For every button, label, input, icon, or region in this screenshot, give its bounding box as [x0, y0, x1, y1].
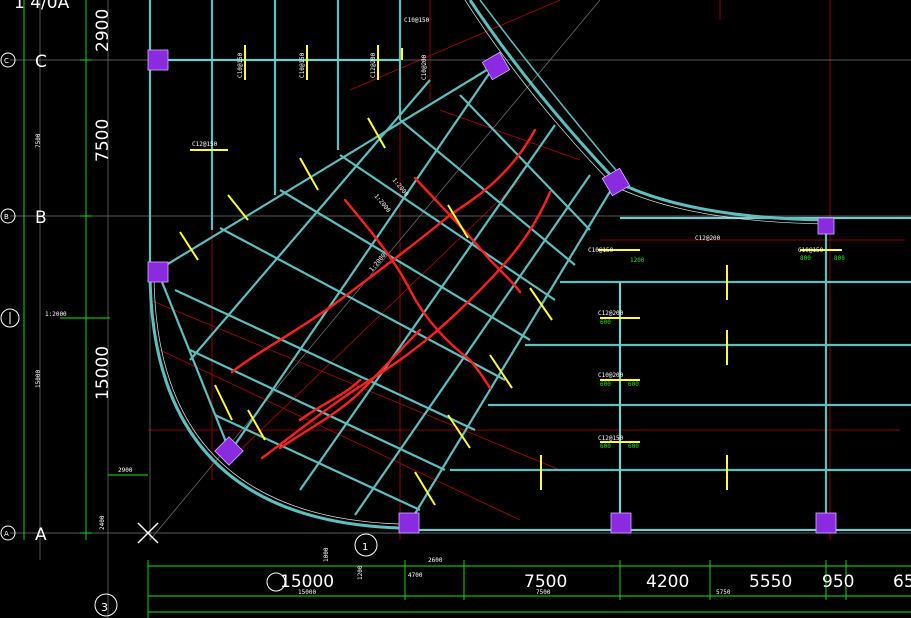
small-dim: 15000: [298, 589, 316, 596]
rebar-label: C12@150: [192, 141, 218, 148]
green-label: 1200: [630, 257, 645, 264]
left-dimension: 2900: [93, 9, 113, 52]
column: [815, 512, 837, 534]
rebar-label: C10@200: [598, 372, 624, 379]
small-dim: 2400: [99, 515, 106, 530]
left-dimension: 15000: [93, 346, 113, 400]
column: [147, 261, 169, 283]
small-dim: 4700: [408, 572, 423, 579]
detail-label: 1:2000: [45, 311, 67, 318]
grid-bubble-label: 3: [101, 601, 108, 614]
row-letter: C: [35, 52, 47, 72]
green-label: 600: [628, 443, 639, 450]
green-label: 600: [600, 443, 611, 450]
rebar-label: C10@150: [237, 52, 244, 78]
rebar-label: C12@200: [695, 235, 721, 242]
rebar-label: C10@150: [299, 52, 306, 78]
bottom-dimension: 950: [822, 572, 854, 592]
column: [817, 217, 835, 235]
small-dim: 1000: [323, 547, 330, 562]
small-dim: 7500: [536, 589, 551, 596]
row-letter: A: [35, 525, 47, 545]
bottom-dimension: 4200: [646, 572, 689, 592]
column: [610, 512, 632, 534]
drawing-title-fragment: 1 4/0A: [14, 0, 70, 13]
rebar-label: C10@150: [404, 17, 430, 24]
rebar-label: C10@200: [421, 54, 428, 80]
rebar-label: C12@200: [370, 52, 377, 78]
bottom-dimension: 65: [893, 572, 911, 592]
green-label: 800: [800, 255, 811, 262]
drawing-background: [0, 0, 911, 618]
left-dim-small: 7500: [35, 133, 42, 148]
green-label: 600: [600, 319, 611, 326]
left-dim-small: 15000: [35, 370, 42, 388]
green-label: 800: [834, 255, 845, 262]
green-label: 600: [628, 381, 639, 388]
small-dim: 1200: [357, 565, 364, 580]
small-dim: 2600: [428, 557, 443, 564]
cad-drawing-canvas[interactable]: C B A C B A 1 4/0A 2900 7500 15000 7500 …: [0, 0, 911, 618]
rebar-label: C10@150: [798, 247, 824, 254]
left-dimension: 7500: [93, 119, 113, 162]
rebar-label: C10@150: [588, 247, 614, 254]
green-label: 600: [600, 381, 611, 388]
grid-bubble-label: 1: [362, 542, 368, 553]
column: [147, 49, 169, 71]
rebar-label: C12@150: [598, 435, 624, 442]
rebar-label: C12@200: [598, 310, 624, 317]
grid-bubble-label: A: [4, 530, 9, 538]
small-dim: 2900: [118, 467, 133, 474]
grid-bubble-label: B: [4, 213, 9, 221]
small-dim: 5750: [716, 589, 731, 596]
row-letter: B: [35, 208, 47, 228]
column: [398, 512, 420, 534]
bottom-dimension: 5550: [749, 572, 792, 592]
grid-bubble-label: C: [4, 57, 9, 65]
